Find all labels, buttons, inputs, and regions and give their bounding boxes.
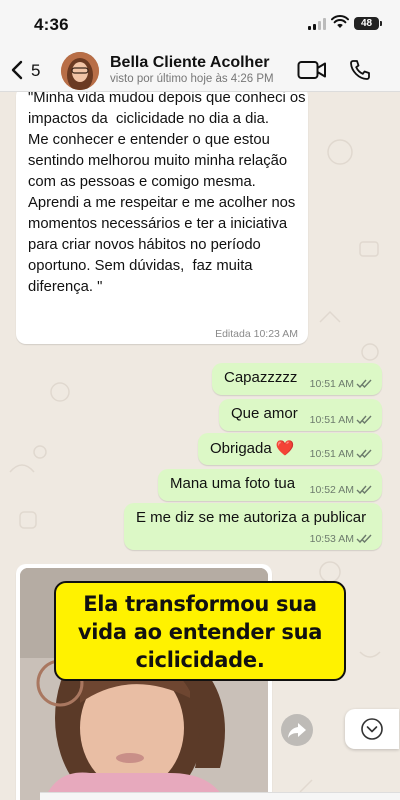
signal-icon [308,18,326,30]
wifi-icon [331,15,349,28]
read-receipt-icon [356,485,372,495]
message-time: 10:51 AM [309,378,354,390]
contact-name[interactable]: Bella Cliente Acolher [110,54,269,72]
outgoing-message[interactable]: E me diz se me autoriza a publicar 10:53… [124,503,382,550]
status-bar: 4:36 48 [0,0,400,48]
avatar-photo [61,52,99,90]
outgoing-message[interactable]: Mana uma foto tua 10:52 AM [158,469,382,501]
incoming-message[interactable]: "Minha vida mudou depois que conheci os … [16,92,308,344]
message-time: 10:52 AM [309,484,354,496]
message-time: 10:53 AM [309,533,354,545]
phone-icon[interactable] [348,58,372,82]
scroll-to-bottom-button[interactable] [345,709,399,749]
message-text: Obrigada ❤️ [210,439,295,457]
status-time: 4:36 [34,15,69,34]
message-text: Mana uma foto tua [170,475,296,492]
forward-button[interactable] [281,714,313,746]
unread-count: 5 [31,61,41,80]
edited-timestamp: Editada 10:23 AM [215,328,298,340]
message-text: E me diz se me autoriza a publicar [136,509,367,526]
composer-bar [40,792,400,800]
read-receipt-icon [356,449,372,459]
message-text: Capazzzzz [224,369,298,386]
chat-header: 5 Bella Cliente Acolher visto por último… [0,48,400,92]
last-seen: visto por último hoje às 4:26 PM [110,73,274,85]
message-text: Que amor [231,405,298,422]
chat-area[interactable]: "Minha vida mudou depois que conheci os … [0,92,400,800]
read-receipt-icon [356,415,372,425]
forward-icon [288,723,306,738]
back-button[interactable]: 5 [6,56,46,84]
outgoing-message[interactable]: Obrigada ❤️ 10:51 AM [198,433,382,465]
read-receipt-icon [356,534,372,544]
heart-emoji: ❤️ [275,440,295,457]
message-time: 10:51 AM [309,448,354,460]
caption-overlay: Ela transformou sua vida ao entender sua… [54,581,346,681]
outgoing-message[interactable]: Que amor 10:51 AM [219,399,382,431]
message-time: 10:51 AM [309,414,354,426]
outgoing-message[interactable]: Capazzzzz 10:51 AM [212,363,382,395]
battery-tip [380,21,382,26]
message-text: "Minha vida mudou depois que conheci os … [28,92,306,295]
read-receipt-icon [356,379,372,389]
message-text-content: Obrigada [210,440,272,457]
back-chevron-icon [11,60,23,80]
chevron-down-icon [361,718,383,740]
battery-icon: 48 [354,17,379,30]
video-call-icon[interactable] [297,60,327,80]
avatar[interactable] [61,52,99,90]
